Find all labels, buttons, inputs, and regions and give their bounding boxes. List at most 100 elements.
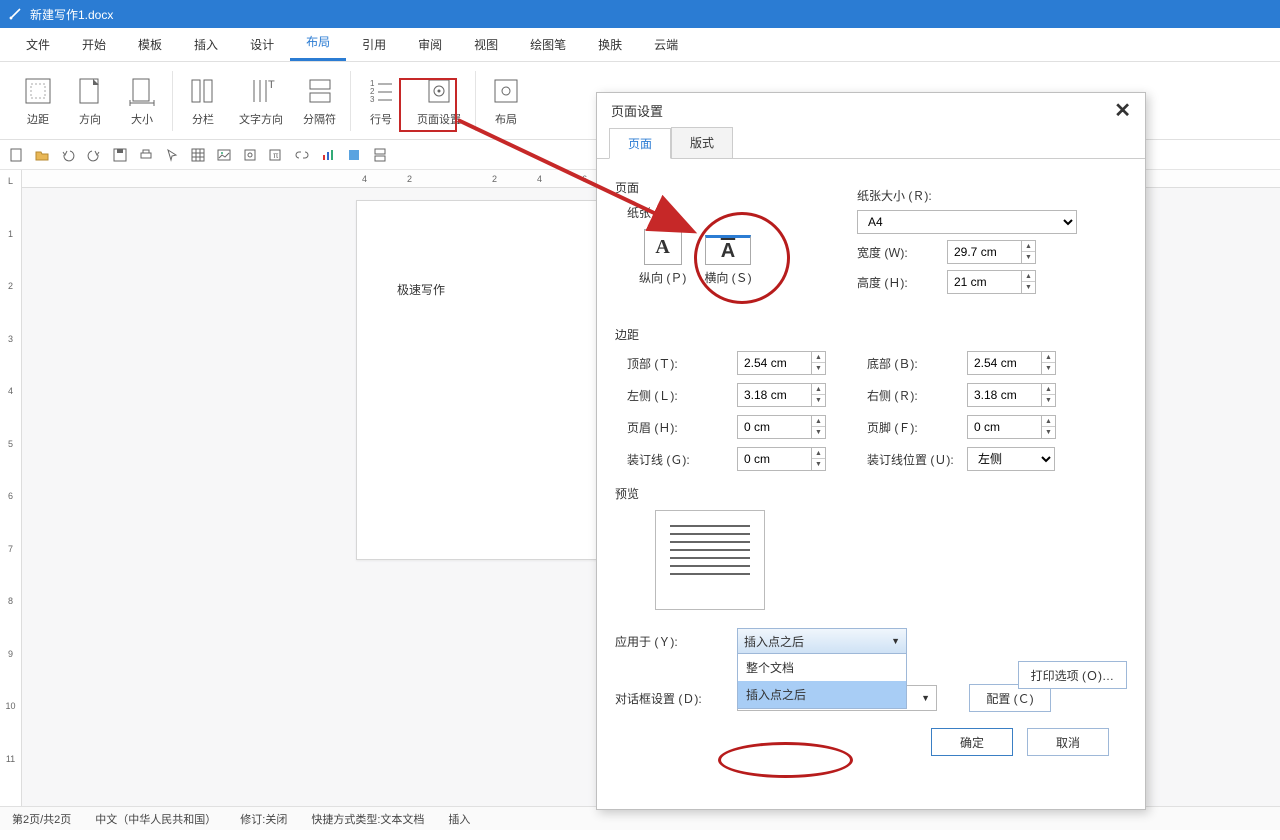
svg-text:T: T <box>268 79 275 91</box>
tab-layout[interactable]: 布局 <box>290 25 346 61</box>
height-label: 高度 (Ｈ): <box>857 274 947 291</box>
open-icon[interactable] <box>34 147 50 163</box>
print-icon[interactable] <box>138 147 154 163</box>
ribbon-direction[interactable]: 方向 <box>64 73 116 129</box>
tab-design[interactable]: 设计 <box>234 28 290 61</box>
ribbon-separator-2 <box>350 71 351 131</box>
tab-insert[interactable]: 插入 <box>178 28 234 61</box>
gutter-spinner[interactable]: ▲▼ <box>737 447 867 471</box>
color-icon[interactable] <box>346 147 362 163</box>
ribbon-size[interactable]: 大小 <box>116 73 168 129</box>
print-options-button[interactable]: 打印选项 (Ｏ)… <box>1018 661 1127 689</box>
tab-review[interactable]: 审阅 <box>402 28 458 61</box>
apply-option-whole[interactable]: 整个文档 <box>738 654 906 681</box>
svg-text:3: 3 <box>370 95 375 104</box>
dialog-tab-format[interactable]: 版式 <box>671 127 733 158</box>
ribbon-arrange-label: 布局 <box>495 111 517 127</box>
image-icon[interactable] <box>216 147 232 163</box>
ribbon-lineno[interactable]: 123 行号 <box>355 73 407 129</box>
ribbon-separator-btn[interactable]: 分隔符 <box>293 73 346 129</box>
tab-view[interactable]: 视图 <box>458 28 514 61</box>
width-label: 宽度 (Ｗ): <box>857 244 947 261</box>
ribbon-size-label: 大小 <box>131 111 153 127</box>
apply-dropdown-options: 整个文档 插入点之后 <box>737 653 907 709</box>
width-spinner[interactable]: ▲▼ <box>947 240 1036 264</box>
gutter-input[interactable] <box>737 447 811 471</box>
ok-button[interactable]: 确定 <box>931 728 1013 756</box>
ribbon-arrange[interactable]: 布局 <box>480 73 532 129</box>
orientation-portrait[interactable]: A 纵向 (Ｐ) <box>639 229 686 286</box>
tab-replace[interactable]: 换肤 <box>582 28 638 61</box>
right-spinner[interactable]: ▲▼ <box>967 383 1097 407</box>
orientation-landscape[interactable]: A 横向 (Ｓ) <box>704 235 751 286</box>
close-icon[interactable]: ✕ <box>1114 98 1131 123</box>
chart-icon[interactable] <box>320 147 336 163</box>
direction-icon <box>74 75 106 107</box>
apply-option-after[interactable]: 插入点之后 <box>738 681 906 708</box>
top-input[interactable] <box>737 351 811 375</box>
redo-icon[interactable] <box>86 147 102 163</box>
spin-up-icon[interactable]: ▲ <box>1022 271 1035 282</box>
ribbon-column[interactable]: 分栏 <box>177 73 229 129</box>
ribbon-pagesetup[interactable]: 页面设置 <box>407 73 471 129</box>
footer-input[interactable] <box>967 415 1041 439</box>
pagesetup-icon <box>423 75 455 107</box>
apply-dropdown-value: 插入点之后 <box>744 633 804 650</box>
tab-cloud[interactable]: 云端 <box>638 28 694 61</box>
ribbon-separator <box>172 71 173 131</box>
chevron-down-icon: ▼ <box>921 693 930 703</box>
width-input[interactable] <box>947 240 1021 264</box>
ribbon-pagesetup-label: 页面设置 <box>417 111 461 127</box>
object-icon[interactable] <box>242 147 258 163</box>
dialog-tabs: 页面 版式 <box>597 127 1145 159</box>
ribbon-sep-label: 分隔符 <box>303 111 336 127</box>
ribbon-textdir[interactable]: T 文字方向 <box>229 73 293 129</box>
spin-down-icon[interactable]: ▼ <box>1022 282 1035 293</box>
ribbon-margin[interactable]: 边距 <box>12 73 64 129</box>
status-insert[interactable]: 插入 <box>448 811 470 827</box>
tab-file[interactable]: 文件 <box>10 28 66 61</box>
header-spinner[interactable]: ▲▼ <box>737 415 867 439</box>
tab-template[interactable]: 模板 <box>122 28 178 61</box>
chevron-down-icon: ▼ <box>891 636 900 646</box>
status-page[interactable]: 第2页/共2页 <box>12 811 71 827</box>
top-label: 顶部 (Ｔ): <box>627 355 737 372</box>
dialog-tab-page[interactable]: 页面 <box>609 128 671 159</box>
table-icon[interactable] <box>190 147 206 163</box>
save-icon[interactable] <box>112 147 128 163</box>
spin-up-icon[interactable]: ▲ <box>1022 241 1035 252</box>
bottom-input[interactable] <box>967 351 1041 375</box>
arrange-icon <box>490 75 522 107</box>
tab-start[interactable]: 开始 <box>66 28 122 61</box>
new-doc-icon[interactable] <box>8 147 24 163</box>
top-spinner[interactable]: ▲▼ <box>737 351 867 375</box>
apply-dropdown[interactable]: 插入点之后 ▼ <box>737 628 907 654</box>
titlebar: 新建写作1.docx <box>0 0 1280 28</box>
papersize-select[interactable]: A4 <box>857 210 1077 234</box>
tab-drawpen[interactable]: 绘图笔 <box>514 28 582 61</box>
spin-down-icon[interactable]: ▼ <box>1022 252 1035 263</box>
vertical-ruler: L1234567891011 <box>0 170 22 806</box>
bottom-spinner[interactable]: ▲▼ <box>967 351 1097 375</box>
link-icon[interactable] <box>294 147 310 163</box>
height-input[interactable] <box>947 270 1021 294</box>
right-label: 右侧 (Ｒ): <box>867 387 967 404</box>
symbol-icon[interactable]: π <box>268 147 284 163</box>
height-spinner[interactable]: ▲▼ <box>947 270 1036 294</box>
document-page[interactable]: 极速写作 <box>356 200 616 560</box>
left-input[interactable] <box>737 383 811 407</box>
undo-icon[interactable] <box>60 147 76 163</box>
gutterpos-select[interactable]: 左侧 <box>967 447 1055 471</box>
tab-reference[interactable]: 引用 <box>346 28 402 61</box>
cancel-button[interactable]: 取消 <box>1027 728 1109 756</box>
papersize-label: 纸张大小 (Ｒ): <box>857 187 947 204</box>
footer-spinner[interactable]: ▲▼ <box>967 415 1097 439</box>
left-spinner[interactable]: ▲▼ <box>737 383 867 407</box>
status-track[interactable]: 修订:关闭 <box>240 811 287 827</box>
cursor-icon[interactable] <box>164 147 180 163</box>
status-language[interactable]: 中文（中华人民共和国） <box>95 811 216 827</box>
right-input[interactable] <box>967 383 1041 407</box>
page-break-icon[interactable] <box>372 147 388 163</box>
header-input[interactable] <box>737 415 811 439</box>
gutterpos-label: 装订线位置 (Ｕ): <box>867 451 967 468</box>
